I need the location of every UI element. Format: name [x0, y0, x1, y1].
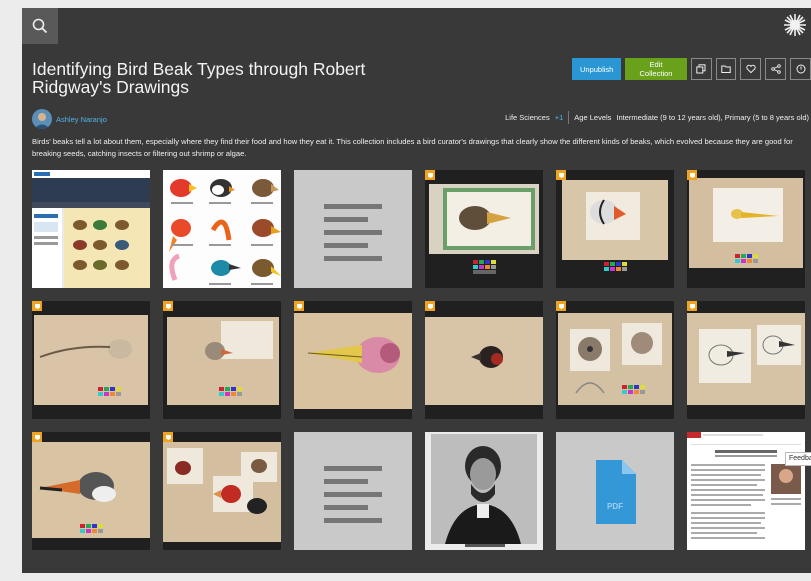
- image-badge-icon: [165, 434, 171, 440]
- resource-thumbnail: [687, 432, 805, 550]
- smithsonian-sun-logo[interactable]: [783, 13, 807, 37]
- content-type-badge: [556, 170, 566, 180]
- resource-tile[interactable]: [425, 170, 543, 288]
- image-badge-icon: [689, 303, 695, 309]
- resource-thumbnail: [294, 301, 412, 419]
- heart-icon: [746, 64, 756, 74]
- text-document-icon: [324, 466, 382, 523]
- resource-tile[interactable]: [163, 432, 281, 550]
- resource-tile[interactable]: [687, 301, 805, 419]
- folder-icon: [721, 65, 731, 73]
- image-badge-icon: [427, 172, 433, 178]
- content-type-badge: [32, 432, 42, 442]
- resource-thumbnail: [32, 301, 150, 419]
- resource-thumbnail: [425, 432, 543, 550]
- edit-collection-button[interactable]: Edit Collection: [625, 58, 687, 80]
- content-type-badge: [163, 301, 173, 311]
- content-type-badge: [163, 432, 173, 442]
- image-badge-icon: [689, 172, 695, 178]
- content-type-badge: [425, 170, 435, 180]
- collection-title: Identifying Bird Beak Types through Robe…: [32, 59, 366, 97]
- image-badge-icon: [165, 303, 171, 309]
- resource-thumbnail: [556, 301, 674, 419]
- pdf-file-icon: [596, 460, 636, 524]
- share-button[interactable]: [765, 58, 787, 80]
- subject-label[interactable]: Life Sciences: [505, 113, 550, 122]
- collection-actions: Unpublish Edit Collection: [572, 58, 811, 80]
- content-type-badge: [556, 301, 566, 311]
- resource-thumbnail: [163, 301, 281, 419]
- content-type-badge: [425, 301, 435, 311]
- resource-thumbnail: [163, 432, 281, 550]
- resource-thumbnail: [32, 170, 150, 288]
- content-type-badge: [687, 170, 697, 180]
- resource-tile[interactable]: [32, 301, 150, 419]
- image-badge-icon: [427, 303, 433, 309]
- image-badge-icon: [558, 172, 564, 178]
- resource-tile[interactable]: [556, 170, 674, 288]
- resource-tile[interactable]: [425, 432, 543, 550]
- resource-tile[interactable]: [32, 432, 150, 550]
- favorite-button[interactable]: [740, 58, 762, 80]
- resource-tile[interactable]: [32, 170, 150, 288]
- resource-tile[interactable]: [556, 301, 674, 419]
- search-button[interactable]: [22, 8, 58, 44]
- meta-divider: [568, 111, 570, 124]
- info-button[interactable]: [790, 58, 811, 80]
- resource-tile[interactable]: [294, 170, 412, 288]
- content-type-badge: [294, 301, 304, 311]
- resource-tile[interactable]: [687, 170, 805, 288]
- resource-tile[interactable]: [163, 170, 281, 288]
- image-badge-icon: [34, 303, 40, 309]
- resource-tile[interactable]: [425, 301, 543, 419]
- content-type-badge: [32, 301, 42, 311]
- content-type-badge: [687, 301, 697, 311]
- collection-meta: Life Sciences +1 Age Levels Intermediate…: [505, 111, 809, 124]
- avatar: [32, 109, 52, 129]
- unpublish-button[interactable]: Unpublish: [572, 58, 622, 80]
- resource-thumbnail: [163, 170, 281, 288]
- pdf-file-label: PDF: [607, 502, 623, 511]
- resource-tile[interactable]: [163, 301, 281, 419]
- resource-thumbnail: [425, 170, 543, 288]
- image-badge-icon: [296, 303, 302, 309]
- resource-thumbnail: [32, 432, 150, 550]
- folder-button[interactable]: [715, 58, 737, 80]
- resource-thumbnail: [556, 170, 674, 288]
- feedback-tab[interactable]: Feedback: [785, 452, 811, 466]
- collection-description: Birds' beaks tell a lot about them, espe…: [32, 137, 793, 158]
- image-badge-icon: [34, 434, 40, 440]
- age-levels-label: Age Levels: [574, 113, 612, 122]
- resource-tile[interactable]: PDF: [556, 432, 674, 550]
- resource-tile[interactable]: [294, 432, 412, 550]
- image-badge-icon: [558, 303, 564, 309]
- copy-button[interactable]: [690, 58, 712, 80]
- subject-more-link[interactable]: +1: [555, 113, 564, 122]
- author-link[interactable]: Ashley Naranjo: [32, 109, 107, 129]
- age-levels-value: Intermediate (9 to 12 years old), Primar…: [616, 113, 809, 122]
- author-name: Ashley Naranjo: [56, 114, 107, 124]
- text-document-icon: [324, 204, 382, 261]
- resource-grid: PDF: [32, 170, 805, 550]
- info-icon: [796, 64, 806, 74]
- resource-thumbnail: [687, 170, 805, 288]
- resource-tile[interactable]: [294, 301, 412, 419]
- resource-tile[interactable]: [687, 432, 805, 550]
- resource-thumbnail: [687, 301, 805, 419]
- resource-thumbnail: [425, 301, 543, 419]
- collection-page: Identifying Bird Beak Types through Robe…: [22, 8, 811, 573]
- share-icon: [770, 64, 781, 74]
- copy-icon: [696, 64, 706, 74]
- search-icon: [32, 18, 48, 34]
